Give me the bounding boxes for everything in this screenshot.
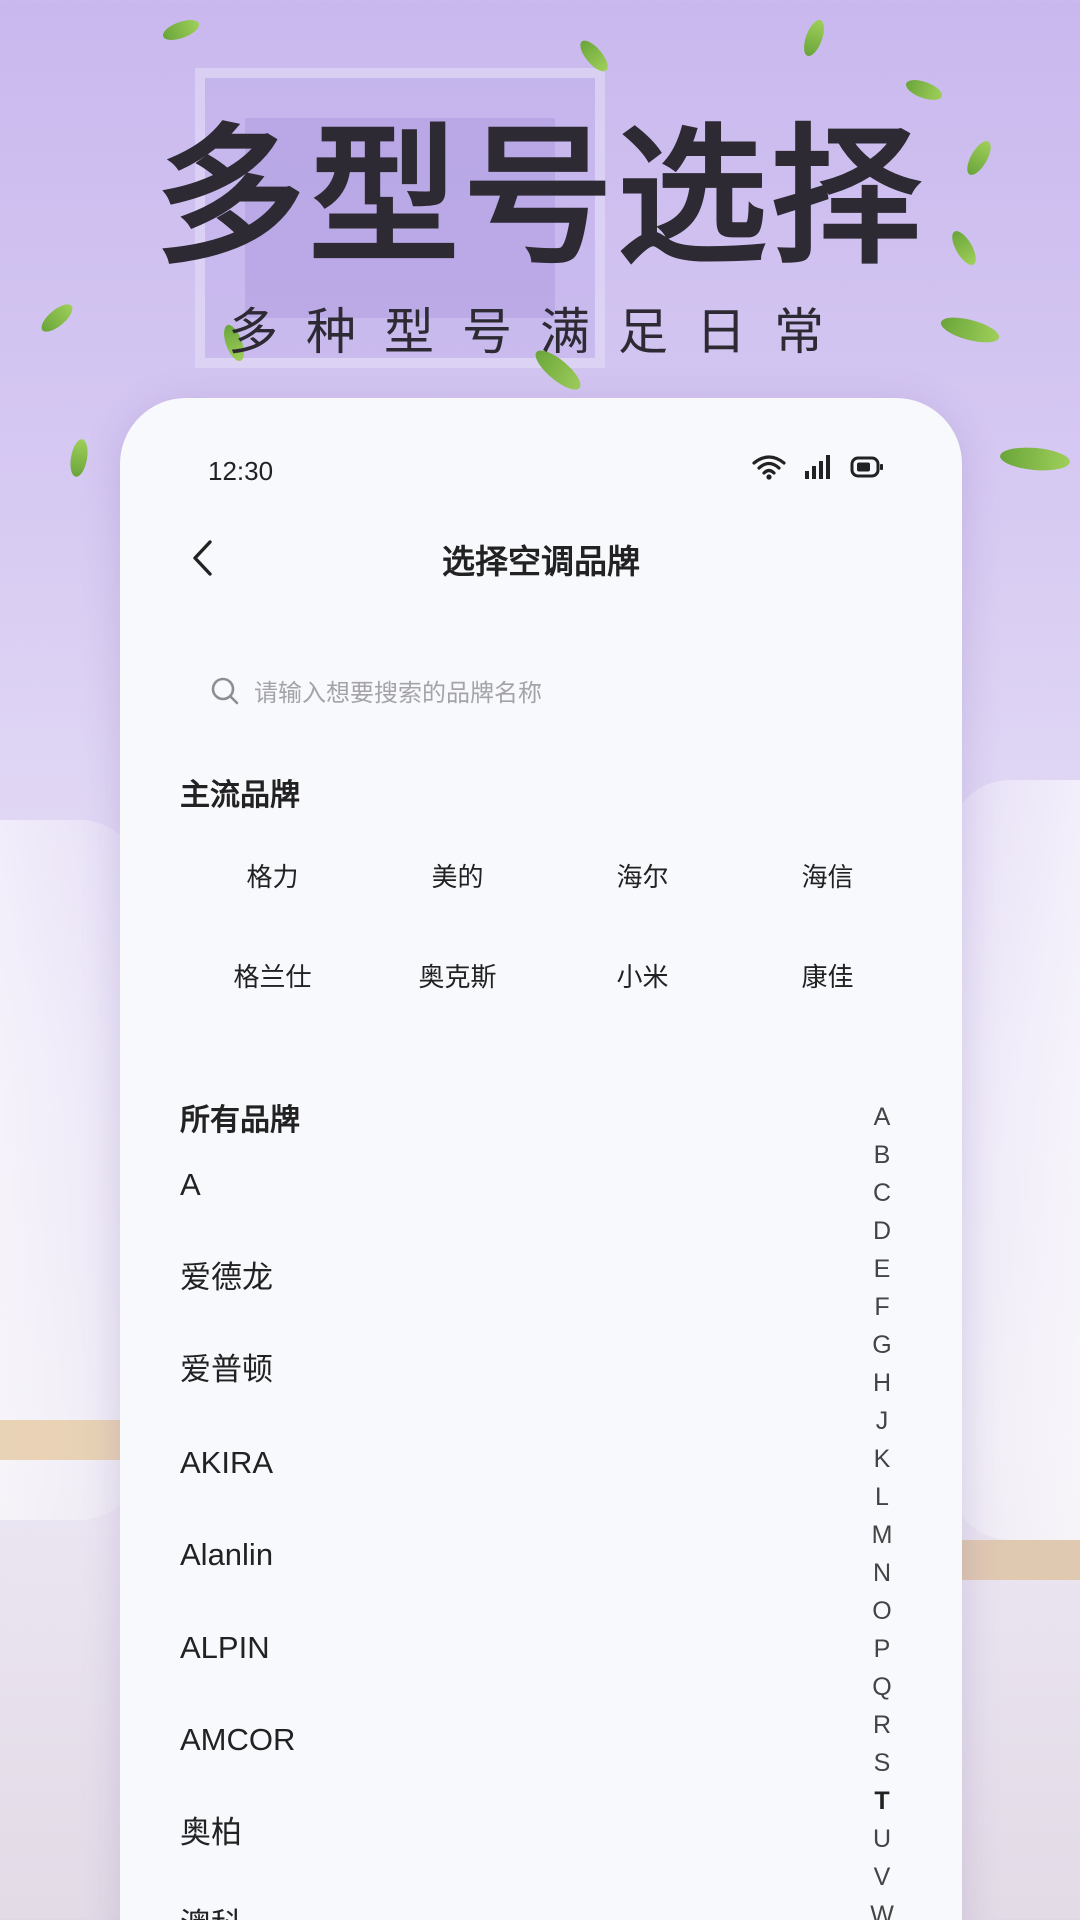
index-letter-j[interactable]: J [876, 1402, 889, 1440]
leaf-decoration [903, 75, 945, 105]
hero-title: 多型号选择 [154, 111, 925, 285]
search-bar[interactable] [180, 653, 902, 733]
index-letter-p[interactable]: P [874, 1630, 891, 1668]
index-letter-s[interactable]: S [874, 1744, 891, 1782]
list-item[interactable]: ALPIN [180, 1627, 740, 1720]
index-letter-t[interactable]: T [874, 1782, 889, 1820]
all-brands-title: 所有品牌 [180, 1103, 300, 1138]
index-letter-f[interactable]: F [874, 1288, 889, 1326]
popular-brands-title: 主流品牌 [180, 778, 300, 813]
index-letter-k[interactable]: K [874, 1440, 891, 1478]
phone-screen: 12:30 选择空调品牌 请输入想要搜索的品牌名称 主流品牌 格力 美的 海尔 … [120, 398, 962, 1920]
background-sofa-left [0, 820, 140, 1520]
popular-brands-grid: 格力 美的 海尔 海信 格兰仕 奥克斯 小米 康佳 [180, 856, 920, 1000]
background-table-right [960, 1540, 1080, 1580]
index-letter-v[interactable]: V [874, 1858, 891, 1896]
brand-haier[interactable]: 海尔 [550, 856, 735, 900]
wifi-icon [752, 454, 786, 484]
index-letter-b[interactable]: B [874, 1136, 891, 1174]
list-item[interactable]: 奥柏 [180, 1812, 740, 1905]
list-item[interactable]: AKIRA [180, 1442, 740, 1535]
list-item[interactable]: 爱德龙 [180, 1257, 740, 1350]
brand-galanz[interactable]: 格兰仕 [180, 956, 365, 1000]
leaf-decoration [160, 15, 202, 45]
brand-xiaomi[interactable]: 小米 [550, 956, 735, 1000]
search-icon [210, 676, 240, 710]
index-letter-a[interactable]: A [874, 1098, 891, 1136]
list-item[interactable]: 爱普顿 [180, 1349, 740, 1442]
index-letter-d[interactable]: D [873, 1212, 891, 1250]
all-brands-list: A 爱德龙 爱普顿 AKIRA Alanlin ALPIN AMCOR 奥柏 澳… [180, 1164, 740, 1920]
index-letter-h[interactable]: H [873, 1364, 891, 1402]
index-letter-o[interactable]: O [872, 1592, 891, 1630]
index-letter-c[interactable]: C [873, 1174, 891, 1212]
index-letter-l[interactable]: L [875, 1478, 889, 1516]
index-letter-e[interactable]: E [874, 1250, 891, 1288]
index-letter-u[interactable]: U [873, 1820, 891, 1858]
brand-hisense[interactable]: 海信 [735, 856, 920, 900]
list-item[interactable]: Alanlin [180, 1534, 740, 1627]
list-item[interactable]: AMCOR [180, 1719, 740, 1812]
index-letter-w[interactable]: W [870, 1896, 894, 1920]
list-section-header: A [180, 1167, 201, 1202]
brand-midea[interactable]: 美的 [365, 856, 550, 900]
hero-subtitle: 多种型号满足日常 [228, 303, 852, 361]
brand-gree[interactable]: 格力 [180, 856, 365, 900]
brand-aux[interactable]: 奥克斯 [365, 956, 550, 1000]
background-sofa-right [950, 780, 1080, 1540]
search-input[interactable] [254, 679, 814, 707]
list-item[interactable]: 澳科 [180, 1904, 740, 1920]
signal-icon [804, 454, 832, 484]
index-letter-g[interactable]: G [872, 1326, 891, 1364]
status-icons [752, 454, 884, 484]
leaf-decoration [799, 17, 829, 59]
leaf-decoration [999, 444, 1071, 474]
index-letter-r[interactable]: R [873, 1706, 891, 1744]
battery-icon [850, 455, 884, 483]
index-letter-n[interactable]: N [873, 1554, 891, 1592]
page-title: 选择空调品牌 [442, 542, 640, 581]
index-letter-q[interactable]: Q [872, 1668, 891, 1706]
leaf-decoration [67, 437, 91, 479]
brand-konka[interactable]: 康佳 [735, 956, 920, 1000]
alphabet-index-bar[interactable]: ABCDEFGHJKLMNOPQRSTUVW [862, 1098, 902, 1920]
index-letter-m[interactable]: M [872, 1516, 893, 1554]
status-time: 12:30 [208, 456, 274, 486]
